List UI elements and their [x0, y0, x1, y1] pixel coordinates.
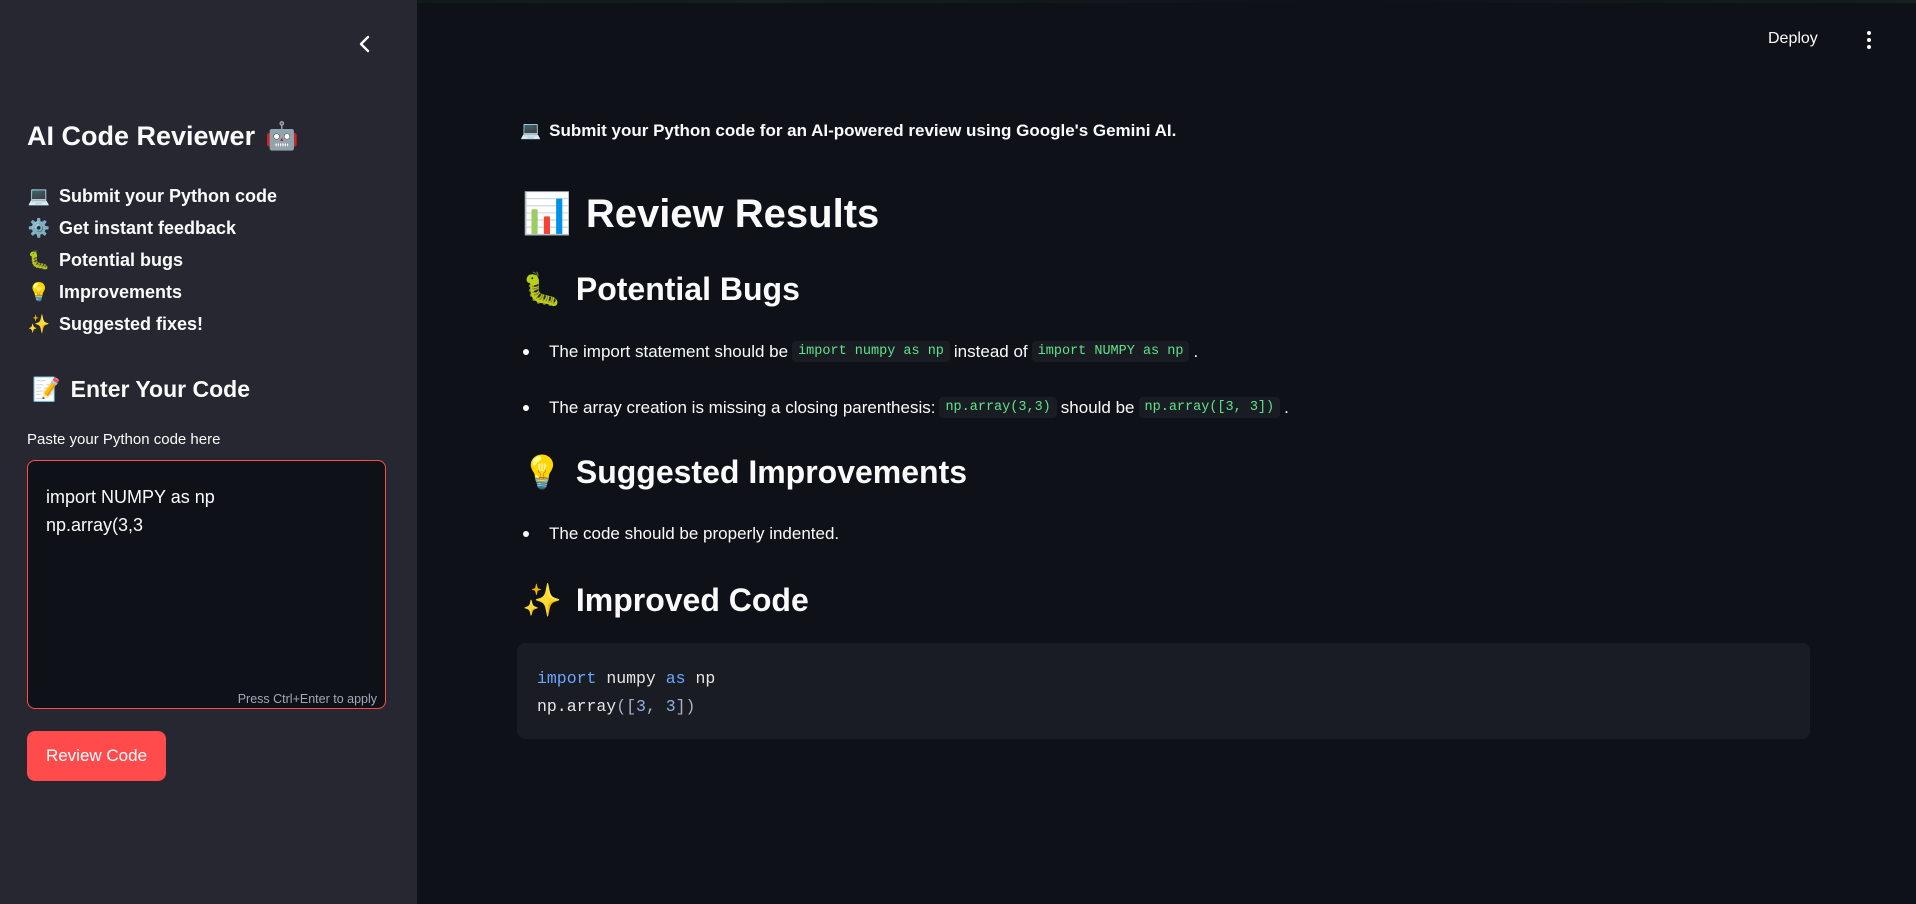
- gear-icon: ⚙️: [27, 217, 51, 238]
- sparkles-icon: ✨: [27, 313, 51, 334]
- code-keyword: as: [665, 669, 686, 688]
- bug-text: The import statement should be: [549, 341, 789, 361]
- code-input-container: Press Ctrl+Enter to apply: [27, 460, 386, 709]
- inline-code: np.array(3,3): [939, 397, 1057, 418]
- list-item: ✨ Suggested fixes!: [27, 308, 277, 340]
- deploy-button[interactable]: Deploy: [1768, 30, 1818, 48]
- feature-label: Improvements: [59, 281, 183, 302]
- bullet-icon: [523, 348, 529, 355]
- bug-icon: 🐛: [522, 271, 562, 307]
- bugs-heading-text: Potential Bugs: [575, 271, 800, 307]
- code-punct: ]): [675, 697, 696, 716]
- code-punct: ([: [616, 697, 637, 716]
- code-input-hint: Press Ctrl+Enter to apply: [237, 692, 377, 706]
- inline-code: np.array([3, 3]): [1138, 397, 1281, 418]
- inline-code: import numpy as np: [792, 341, 950, 362]
- code-punct: ,: [645, 697, 666, 716]
- lightbulb-icon: 💡: [522, 454, 562, 490]
- kebab-menu-icon[interactable]: [1862, 28, 1876, 52]
- feature-list: 💻 Submit your Python code ⚙️ Get instant f…: [27, 180, 277, 340]
- bug-text: instead of: [953, 341, 1028, 361]
- bar-chart-icon: 📊: [522, 192, 572, 236]
- code-input[interactable]: [46, 483, 366, 673]
- code-token: np.array: [537, 697, 617, 716]
- improved-code-heading: ✨ Improved Code: [522, 581, 809, 619]
- chevron-left-icon: [359, 35, 370, 53]
- sparkles-icon: ✨: [522, 582, 562, 618]
- improvement-text: The code should be properly indented.: [549, 524, 840, 543]
- lightbulb-icon: 💡: [27, 281, 51, 302]
- code-number: 3: [636, 697, 646, 716]
- sidebar: AI Code Reviewer 🤖 💻 Submit your Python co…: [0, 0, 417, 904]
- sidebar-title: AI Code Reviewer 🤖: [27, 120, 299, 152]
- bugs-heading: 🐛 Potential Bugs: [522, 270, 800, 308]
- enter-code-heading: 📝 Enter Your Code: [32, 376, 250, 403]
- bug-icon: 🐛: [27, 249, 51, 270]
- code-input-label: Paste your Python code here: [27, 431, 221, 448]
- code-block: import numpy as np np.array([3, 3]): [517, 643, 1810, 739]
- bullet-icon: [523, 404, 529, 411]
- code-content: import numpy as np np.array([3, 3]): [537, 665, 715, 721]
- list-item: The import statement should be import nu…: [521, 341, 1198, 362]
- bug-text: should be: [1060, 397, 1135, 417]
- page-title-text: Review Results: [585, 192, 880, 236]
- list-item: ⚙️ Get instant feedback: [27, 212, 277, 244]
- intro-label: Submit your Python code for an AI-powere…: [549, 121, 1177, 140]
- list-item: The code should be properly indented.: [521, 524, 839, 544]
- list-item: 💻 Submit your Python code: [27, 180, 277, 212]
- improved-code-heading-text: Improved Code: [575, 582, 809, 618]
- bug-text: The array creation is missing a closing …: [549, 397, 936, 417]
- sidebar-title-text: AI Code Reviewer: [27, 121, 256, 151]
- list-item: 🐛 Potential bugs: [27, 244, 277, 276]
- collapse-sidebar-button[interactable]: [353, 32, 377, 56]
- code-token: np: [695, 669, 716, 688]
- inline-code: import NUMPY as np: [1031, 341, 1190, 362]
- laptop-icon: 💻: [27, 185, 51, 206]
- laptop-icon: 💻: [520, 121, 542, 140]
- improvements-heading: 💡 Suggested Improvements: [522, 453, 967, 491]
- bullet-icon: [523, 531, 529, 537]
- bug-text: .: [1193, 341, 1199, 361]
- feature-label: Get instant feedback: [59, 217, 237, 238]
- robot-icon: 🤖: [265, 121, 299, 151]
- review-code-button[interactable]: Review Code: [27, 731, 166, 781]
- improvements-heading-text: Suggested Improvements: [575, 454, 968, 490]
- list-item: The array creation is missing a closing …: [521, 397, 1289, 418]
- list-item: 💡 Improvements: [27, 276, 277, 308]
- feature-label: Submit your Python code: [59, 185, 278, 206]
- code-token: numpy: [606, 669, 656, 688]
- feature-label: Suggested fixes!: [59, 313, 204, 334]
- code-keyword: import: [537, 669, 597, 688]
- code-number: 3: [665, 697, 676, 716]
- intro-text: 💻 Submit your Python code for an AI-power…: [520, 121, 1176, 141]
- page-title: 📊 Review Results: [522, 190, 879, 237]
- enter-code-title: Enter Your Code: [70, 376, 250, 402]
- bug-text: .: [1284, 397, 1289, 417]
- feature-label: Potential bugs: [59, 249, 184, 270]
- memo-icon: 📝: [32, 376, 61, 402]
